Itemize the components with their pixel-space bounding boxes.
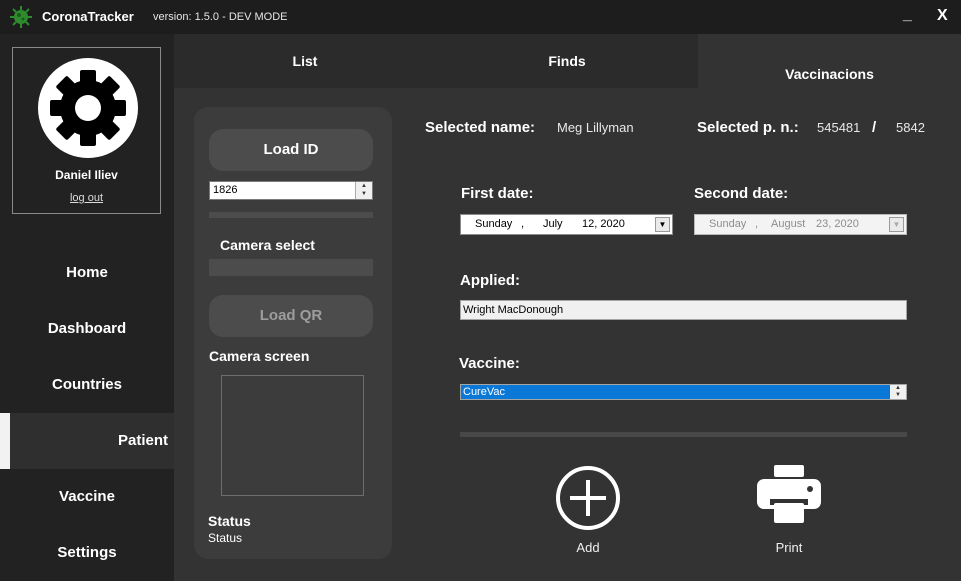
close-button[interactable]: X	[937, 7, 948, 25]
id-spinner[interactable]: ▲ ▼	[355, 182, 372, 199]
spin-up-icon[interactable]: ▲	[356, 182, 372, 190]
camera-screen	[221, 375, 364, 496]
virus-logo-icon	[10, 6, 32, 28]
app-title: CoronaTracker	[42, 9, 134, 24]
tab-list[interactable]: List	[174, 34, 436, 88]
tab-finds[interactable]: Finds	[436, 34, 698, 88]
id-value: 1826	[213, 184, 238, 196]
avatar	[38, 58, 138, 158]
divider	[460, 432, 907, 437]
applied-label: Applied:	[460, 272, 520, 289]
camera-select-label: Camera select	[220, 237, 315, 253]
selected-name-label: Selected name:	[425, 119, 536, 136]
second-date-comma: ,	[755, 218, 759, 230]
first-date-weekday: Sunday	[475, 218, 513, 230]
nav-dashboard[interactable]: Dashboard	[0, 301, 174, 357]
user-name: Daniel Iliev	[55, 168, 118, 182]
load-qr-button[interactable]: Load QR	[209, 295, 373, 337]
app-version: version: 1.5.0 - DEV MODE	[153, 11, 288, 23]
title-bar: CoronaTracker version: 1.5.0 - DEV MODE …	[0, 0, 961, 34]
divider	[209, 212, 373, 218]
vaccine-label: Vaccine:	[459, 355, 520, 372]
print-button[interactable]: Print	[756, 465, 822, 555]
nav-vaccine[interactable]: Vaccine	[0, 469, 174, 525]
camera-screen-label: Camera screen	[209, 348, 310, 364]
second-date-label: Second date:	[694, 185, 789, 202]
nav-patient[interactable]: Patient	[0, 413, 174, 469]
pn-separator: /	[872, 119, 877, 136]
printer-icon[interactable]	[756, 465, 822, 525]
add-button[interactable]: Add	[555, 465, 621, 555]
selected-pn-value2: 5842	[896, 120, 925, 135]
add-label: Add	[576, 540, 600, 555]
status-value: Status	[208, 531, 243, 545]
second-date-weekday: Sunday	[709, 218, 747, 230]
logout-link[interactable]: log out	[13, 192, 160, 204]
second-date-day-year: 23, 2020	[816, 218, 859, 230]
selected-pn-value1: 545481	[817, 120, 861, 135]
nav-home[interactable]: Home	[0, 245, 174, 301]
tab-bar: List Finds Vaccinacions	[174, 34, 961, 90]
add-circle-icon[interactable]	[555, 465, 621, 531]
vaccine-select[interactable]: CureVac ▲ ▼	[460, 384, 907, 400]
nav-settings[interactable]: Settings	[0, 525, 174, 581]
selected-pn-label: Selected p. n.:	[697, 119, 799, 136]
second-date-month: August	[771, 218, 806, 230]
second-date-picker[interactable]: Sunday , August 23, 2020 ▼	[694, 214, 907, 235]
first-date-day-year: 12, 2020	[582, 218, 625, 230]
first-date-month: July	[543, 218, 563, 230]
nav-countries[interactable]: Countries	[0, 357, 174, 413]
first-date-comma: ,	[521, 218, 525, 230]
load-id-button[interactable]: Load ID	[209, 129, 373, 171]
print-label: Print	[775, 540, 803, 555]
gear-icon	[50, 70, 126, 146]
tab-vaccinacions[interactable]: Vaccinacions	[698, 34, 961, 90]
camera-select-dropdown[interactable]	[209, 259, 373, 276]
first-date-label: First date:	[461, 185, 534, 202]
id-panel: Load ID 1826 ▲ ▼ Camera select Load QR C…	[194, 107, 392, 559]
user-profile-card: Daniel Iliev log out	[12, 47, 161, 214]
id-input[interactable]: 1826 ▲ ▼	[209, 181, 373, 200]
minimize-button[interactable]: _	[903, 6, 912, 24]
selected-name-value: Meg Lillyman	[557, 120, 634, 135]
spin-down-icon[interactable]: ▼	[356, 190, 372, 198]
vaccine-spinner[interactable]: ▲ ▼	[890, 385, 906, 399]
chevron-down-icon[interactable]: ▼	[889, 217, 904, 232]
applied-field[interactable]: Wright MacDonough	[460, 300, 907, 320]
status-title: Status	[208, 513, 251, 529]
sidebar: Daniel Iliev log out Home Dashboard Coun…	[0, 34, 174, 581]
vaccination-panel: Load ID 1826 ▲ ▼ Camera select Load QR C…	[174, 88, 961, 581]
first-date-picker[interactable]: Sunday , July 12, 2020 ▼	[460, 214, 673, 235]
vaccine-value: CureVac	[463, 386, 505, 398]
chevron-down-icon[interactable]: ▼	[655, 217, 670, 232]
